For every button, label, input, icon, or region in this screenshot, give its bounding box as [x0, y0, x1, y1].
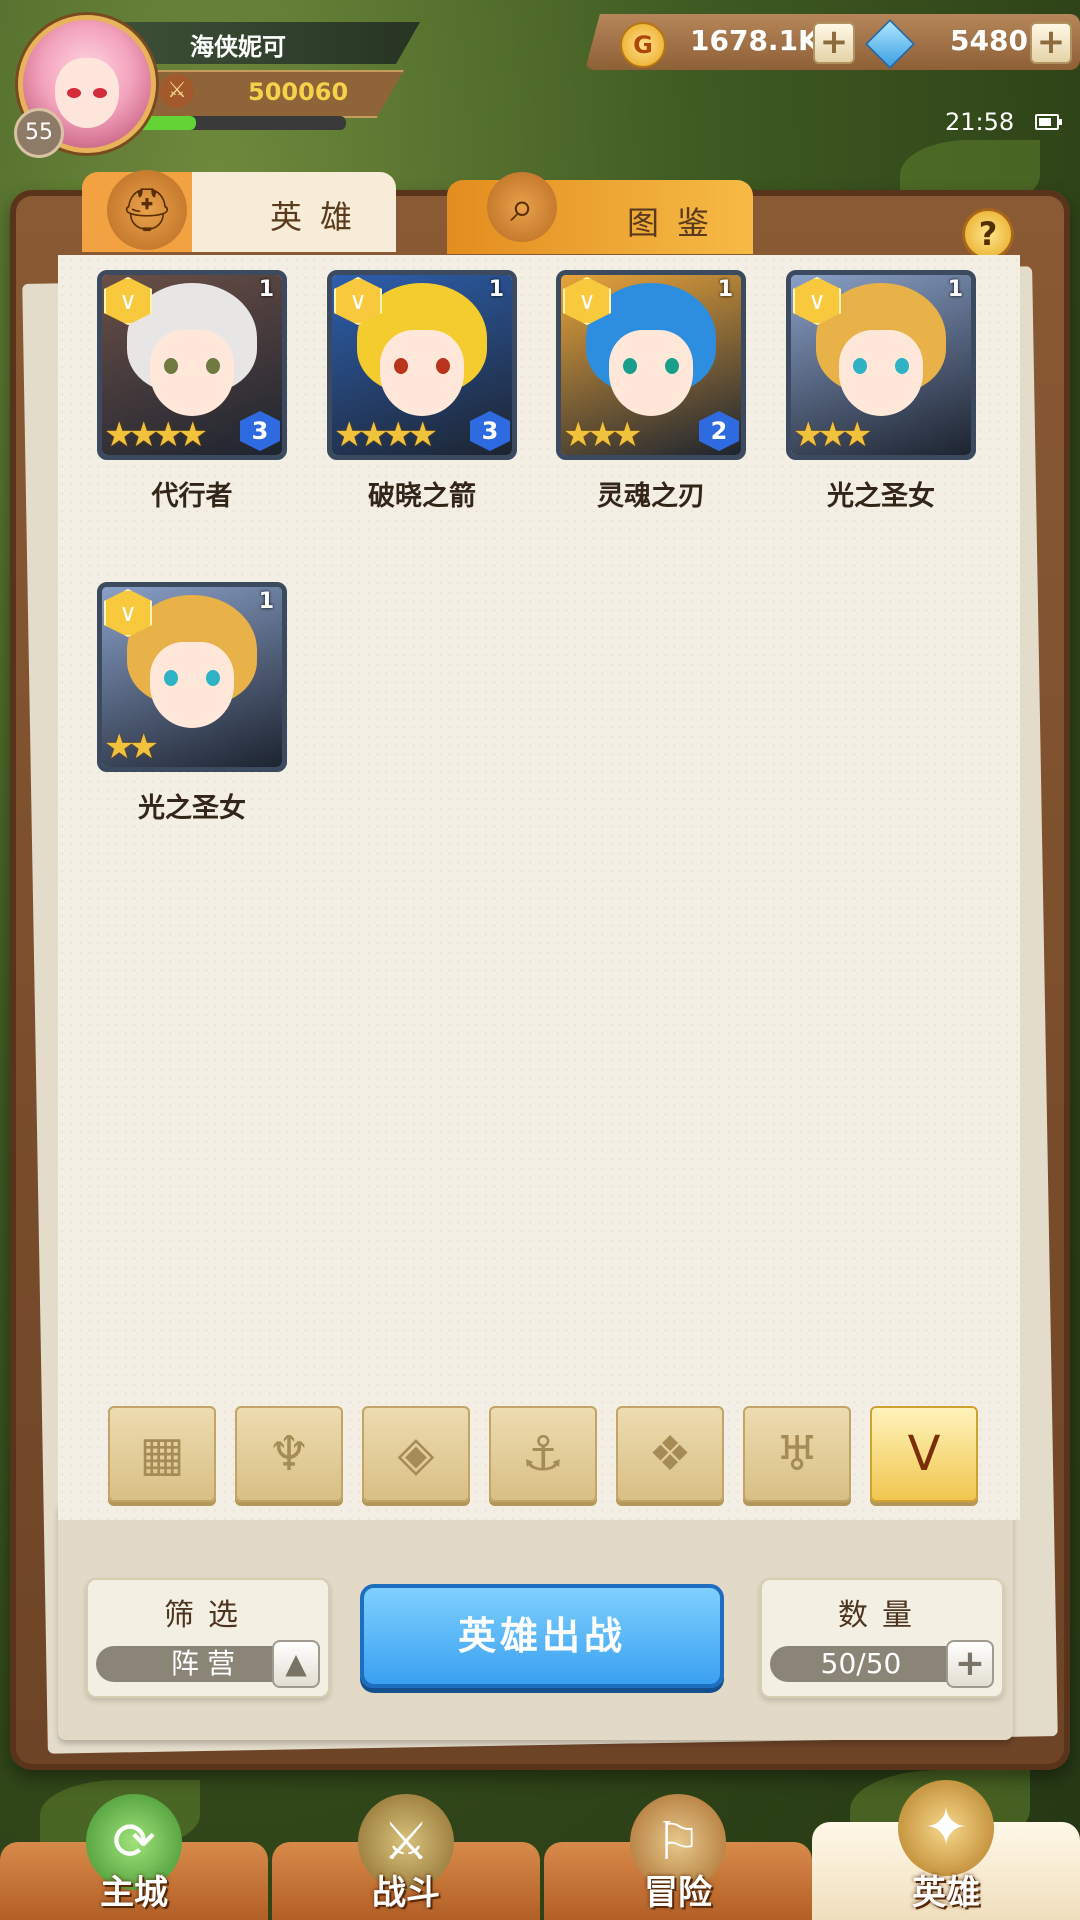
battery-icon: [1035, 114, 1062, 130]
hero-face: [380, 330, 464, 416]
hero-portrait-frame: ∨ 1 ★★: [97, 582, 287, 772]
nav-label: 主城: [100, 1873, 168, 1913]
hero-eye: [164, 670, 178, 686]
hero-name: 光之圣女: [827, 481, 935, 512]
hero-stars: ★★★★: [334, 415, 438, 455]
helmet-icon: ✦: [898, 1780, 994, 1876]
hero-portrait-frame: ∨ 1 ★★★: [786, 270, 976, 460]
grid-icon: ▦: [139, 1426, 185, 1482]
crossed-swords-icon: ⚔: [160, 74, 194, 108]
hero-level: 1: [947, 277, 963, 302]
hero-stars: ★★★: [793, 415, 872, 455]
beast-icon: ❖: [648, 1426, 692, 1482]
hero-eye: [206, 670, 220, 686]
count-box: 数量 50/50 +: [760, 1578, 1004, 1698]
clock: 21:58: [945, 108, 1015, 136]
filter-toggle-up-icon[interactable]: ▲: [272, 1640, 320, 1688]
filter-diamond[interactable]: ◈: [362, 1406, 470, 1502]
filter-flame[interactable]: ♆: [235, 1406, 343, 1502]
avatar-eye: [93, 88, 107, 98]
flame-icon: ♆: [267, 1426, 311, 1482]
filter-box: 筛选 阵营 ▲: [86, 1578, 330, 1698]
count-title: 数量: [838, 1598, 926, 1633]
tab-heroes[interactable]: ⛑ 英雄: [82, 170, 396, 252]
hero-eye: [206, 358, 220, 374]
gold-amount: 1678.1K: [690, 24, 820, 57]
chevron-icon: V: [907, 1426, 941, 1482]
hero-stars: ★★: [104, 727, 159, 767]
hero-eye: [623, 358, 637, 374]
nav-label: 战斗: [372, 1873, 440, 1913]
nav-label: 冒险: [644, 1873, 712, 1913]
avatar-face: [55, 58, 119, 128]
hero-eye: [394, 358, 408, 374]
hero-name: 灵魂之刃: [597, 481, 705, 512]
filter-anchor[interactable]: ⚓: [489, 1406, 597, 1502]
add-gems-button[interactable]: +: [1030, 22, 1072, 64]
nav-adventure[interactable]: ⚐ 冒险: [544, 1794, 812, 1920]
hero-card[interactable]: ∨ 1 ★★★ 光之圣女: [786, 270, 976, 513]
hero-name: 破晓之箭: [368, 481, 476, 512]
hero-face: [839, 330, 923, 416]
hero-name: 光之圣女: [138, 793, 246, 824]
hero-eye: [853, 358, 867, 374]
tab-atlas-label: 图鉴: [627, 204, 728, 242]
tab-atlas[interactable]: ⌕ 图鉴: [447, 172, 753, 254]
hero-portrait-frame: ∨ 1 ★★★★ 3: [327, 270, 517, 460]
hero-level: 1: [717, 277, 733, 302]
filter-chevron[interactable]: V: [870, 1406, 978, 1502]
hero-eye: [665, 358, 679, 374]
add-gold-button[interactable]: +: [813, 22, 855, 64]
avatar-eye: [67, 88, 81, 98]
help-button[interactable]: ?: [962, 208, 1014, 260]
filter-beast[interactable]: ❖: [616, 1406, 724, 1502]
hero-face: [609, 330, 693, 416]
deploy-heroes-button[interactable]: 英雄出战: [360, 1584, 724, 1688]
diamond-icon: ◈: [397, 1426, 435, 1482]
nav-main-city[interactable]: ⟳ 主城: [0, 1794, 268, 1920]
hero-stars: ★★★: [563, 415, 642, 455]
expand-capacity-button[interactable]: +: [946, 1640, 994, 1688]
hero-stars: ★★★★: [104, 415, 208, 455]
hero-level: 1: [258, 589, 274, 614]
horns-icon: ♅: [775, 1426, 819, 1482]
filter-horns[interactable]: ♅: [743, 1406, 851, 1502]
hero-face: [150, 642, 234, 728]
hero-card[interactable]: ∨ 1 ★★★★ 3 代行者: [97, 270, 287, 513]
combat-power: 500060: [248, 78, 349, 106]
hero-card[interactable]: ∨ 1 ★★ 光之圣女: [97, 582, 287, 825]
hero-card[interactable]: ∨ 1 ★★★ 2 灵魂之刃: [556, 270, 746, 513]
anchor-icon: ⚓: [521, 1426, 565, 1482]
hero-portrait-frame: ∨ 1 ★★★ 2: [556, 270, 746, 460]
count-value: 50/50: [820, 1647, 902, 1680]
hero-level: 1: [488, 277, 504, 302]
filter-value: 阵营: [170, 1647, 243, 1680]
hero-face: [150, 330, 234, 416]
player-level: 55: [14, 108, 64, 158]
gem-amount: 5480: [950, 24, 1028, 57]
nav-heroes[interactable]: ✦ 英雄: [812, 1780, 1080, 1920]
hero-eye: [436, 358, 450, 374]
filter-grid[interactable]: ▦: [108, 1406, 216, 1502]
gold-coin-icon: G: [620, 22, 666, 68]
nav-battle[interactable]: ⚔ 战斗: [272, 1794, 540, 1920]
hero-card[interactable]: ∨ 1 ★★★★ 3 破晓之箭: [327, 270, 517, 513]
player-name: 海侠妮可: [190, 33, 286, 61]
knight-helmet-icon: ⛑: [107, 170, 187, 250]
hero-eye: [164, 358, 178, 374]
filter-title: 筛选: [164, 1598, 252, 1633]
tab-heroes-label: 英雄: [270, 198, 371, 236]
magnifier-icon: ⌕: [487, 172, 557, 242]
xp-bar: [132, 116, 346, 130]
hero-name: 代行者: [151, 481, 233, 512]
hero-level: 1: [258, 277, 274, 302]
hero-eye: [895, 358, 909, 374]
nav-label: 英雄: [912, 1873, 980, 1913]
hero-portrait-frame: ∨ 1 ★★★★ 3: [97, 270, 287, 460]
